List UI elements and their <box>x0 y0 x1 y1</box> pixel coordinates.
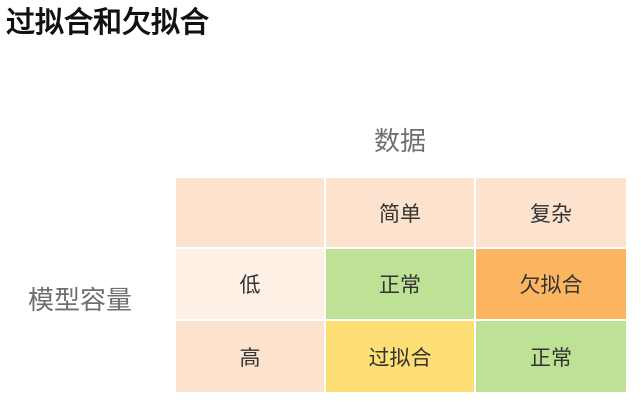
column-header-complex: 复杂 <box>476 178 626 247</box>
cell-high-simple: 过拟合 <box>326 321 474 392</box>
cell-high-complex: 正常 <box>476 321 626 392</box>
data-axis-label: 数据 <box>373 127 426 157</box>
cell-low-complex: 欠拟合 <box>476 249 626 319</box>
cell-low-simple: 正常 <box>326 249 474 319</box>
row-header-high: 高 <box>176 321 324 392</box>
fit-matrix: 简单 复杂 低 正常 欠拟合 高 过拟合 正常 <box>176 178 626 392</box>
column-header-simple: 简单 <box>326 178 474 247</box>
matrix-corner-cell <box>176 178 324 247</box>
row-header-low: 低 <box>176 249 324 319</box>
model-capacity-axis-label: 模型容量 <box>27 286 132 316</box>
page-title: 过拟合和欠拟合 <box>6 5 210 39</box>
